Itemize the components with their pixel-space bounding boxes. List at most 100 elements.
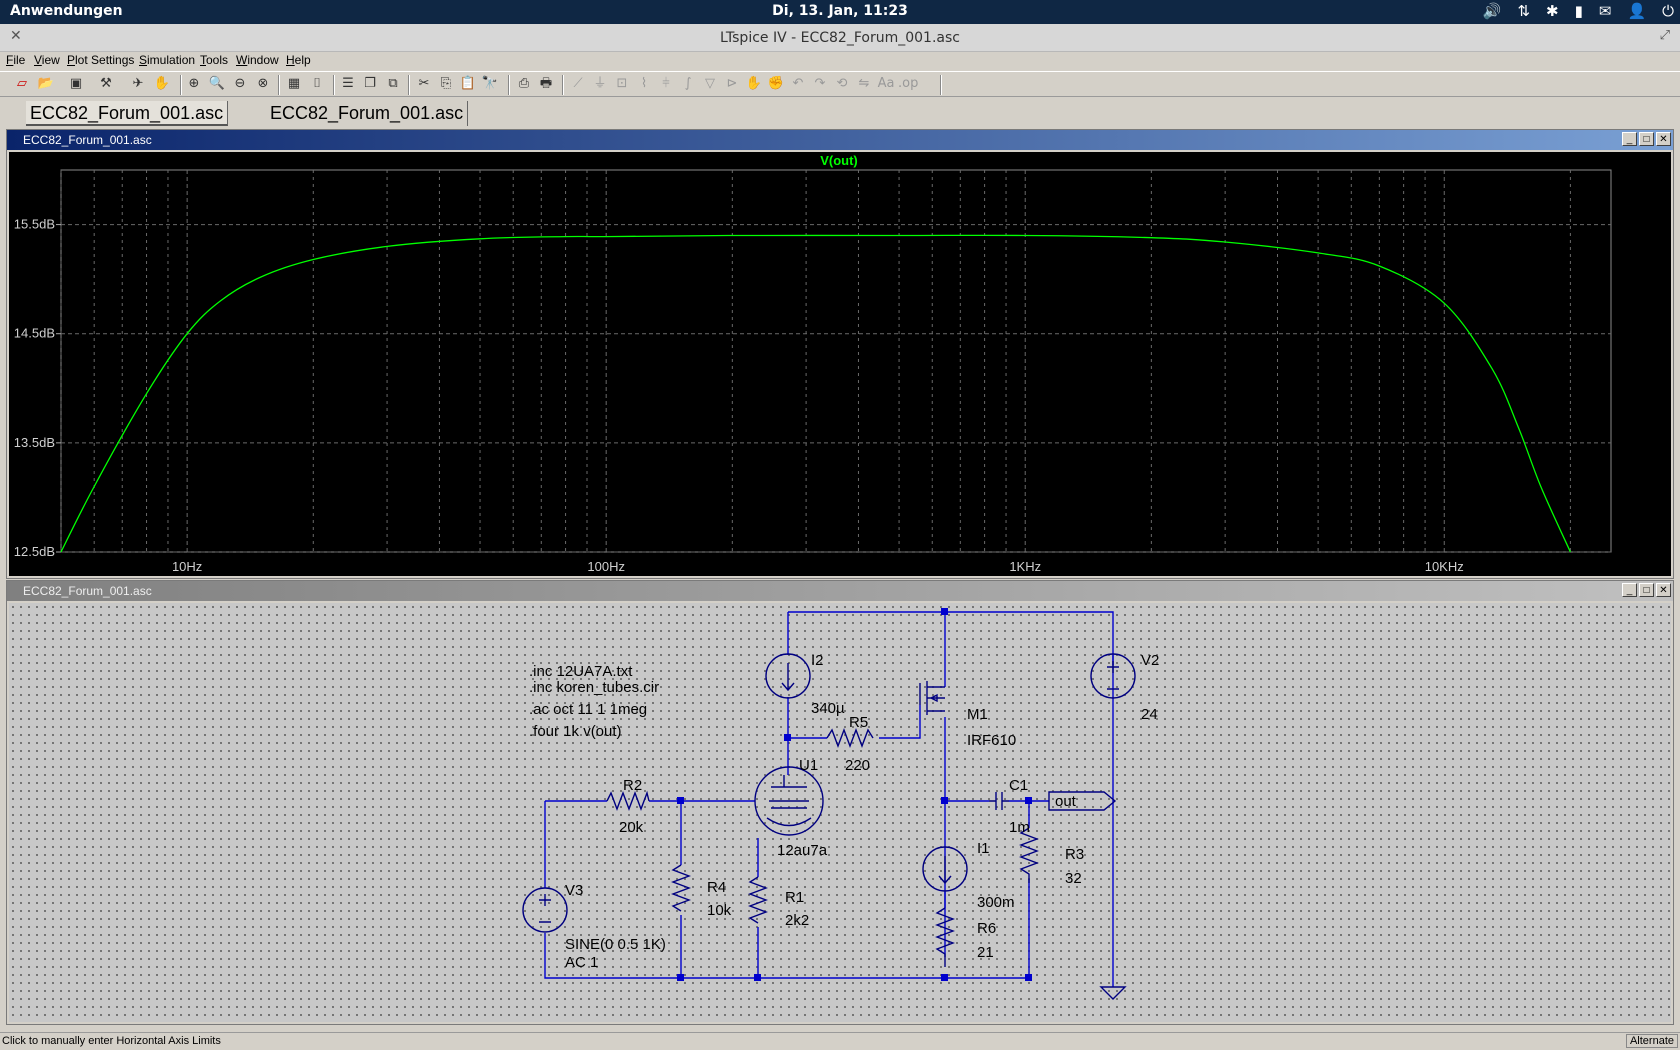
capacitor-c1[interactable]	[989, 792, 1009, 810]
bluetooth-icon[interactable]: ✱	[1546, 2, 1559, 20]
component-ref[interactable]: V2	[1141, 652, 1159, 669]
text-icon[interactable]: Aa	[876, 75, 896, 93]
label-net-icon[interactable]: ⊡	[612, 75, 632, 93]
autorange-icon[interactable]: ▦	[284, 75, 304, 93]
menu-view[interactable]: View	[34, 53, 60, 67]
component-ref[interactable]: U1	[799, 757, 818, 774]
menu-window[interactable]: Window	[236, 53, 279, 67]
mirror-icon[interactable]: ⇋	[854, 75, 874, 93]
open-icon[interactable]: 📂	[36, 75, 56, 93]
component-value[interactable]: AC 1	[565, 954, 598, 971]
find-icon[interactable]: 🔭	[480, 75, 500, 93]
cursor-icon[interactable]: ⌷	[307, 75, 327, 93]
clock[interactable]: Di, 13. Jan, 11:23	[0, 3, 1680, 19]
component-ref[interactable]: R4	[707, 879, 726, 896]
component-value[interactable]: 12au7a	[777, 842, 828, 859]
ground-icon[interactable]: ⏚	[590, 75, 610, 93]
component-ref[interactable]: R3	[1065, 846, 1084, 863]
menu-help[interactable]: Help	[286, 53, 311, 67]
drag-icon[interactable]: ✊	[766, 75, 786, 93]
component-value[interactable]: 10k	[707, 902, 732, 919]
component-ref[interactable]: R1	[785, 889, 804, 906]
component-value[interactable]: IRF610	[967, 732, 1016, 749]
component-ref[interactable]: R2	[623, 777, 642, 794]
component-value[interactable]: 300m	[977, 894, 1015, 911]
component-ref[interactable]: R5	[849, 714, 868, 731]
resistor-r5[interactable]	[826, 728, 874, 748]
spice-directive[interactable]: .four 1k v(out)	[529, 723, 622, 740]
resistor-r4[interactable]	[671, 864, 691, 912]
net-label[interactable]: out	[1055, 793, 1077, 810]
close-icon[interactable]: ✕	[1656, 132, 1671, 146]
save-icon[interactable]: ▣	[66, 75, 86, 93]
component-icon[interactable]: ⊳	[722, 75, 742, 93]
minimize-icon[interactable]: _	[1622, 132, 1637, 146]
spice-directive-icon[interactable]: .op	[898, 75, 918, 93]
zoom-cancel-icon[interactable]: ⊗	[253, 75, 273, 93]
component-value[interactable]: 24	[1141, 706, 1158, 723]
schematic-canvas[interactable]: .inc 12UA7A.txt .inc koren_tubes.cir .ac…	[9, 603, 1671, 1022]
component-ref[interactable]: R6	[977, 920, 996, 937]
waveform-chart[interactable]: 12.5dB 13.5dB 14.5dB 15.5dB 10Hz 100Hz 1KHz 10K…	[9, 152, 1671, 576]
resistor-r3[interactable]	[1019, 827, 1039, 883]
component-ref[interactable]: C1	[1009, 777, 1028, 794]
component-value[interactable]: 20k	[619, 819, 644, 836]
resistor-icon[interactable]: ⌇	[634, 75, 654, 93]
zoom-in-icon[interactable]: ⊕	[184, 75, 204, 93]
redo-icon[interactable]: ↷	[810, 75, 830, 93]
close-icon[interactable]: ✕	[1656, 583, 1671, 597]
schematic-drawing[interactable]: .inc 12UA7A.txt .inc koren_tubes.cir .ac…	[9, 603, 1671, 1022]
component-ref[interactable]: M1	[967, 706, 988, 723]
mail-icon[interactable]: ✉	[1599, 2, 1612, 20]
new-schematic-icon[interactable]: ▱	[12, 75, 32, 93]
component-value[interactable]: 21	[977, 944, 994, 961]
pan-icon[interactable]: ✋	[152, 75, 172, 93]
tile-horizontal-icon[interactable]: ☰	[338, 75, 358, 93]
battery-icon[interactable]: ▮	[1575, 2, 1583, 20]
minimize-icon[interactable]: _	[1622, 583, 1637, 597]
resistor-r1[interactable]	[748, 876, 768, 924]
volume-icon[interactable]: 🔊	[1483, 2, 1502, 20]
trace-label[interactable]: V(out)	[820, 153, 858, 168]
component-value[interactable]: 1m	[1009, 819, 1030, 836]
component-value[interactable]: 220	[845, 757, 870, 774]
spice-directive[interactable]: .inc 12UA7A.txt	[529, 663, 633, 680]
cascade-icon[interactable]: ❐	[360, 75, 380, 93]
mosfet-m1[interactable]	[919, 681, 945, 715]
diode-icon[interactable]: ▽	[700, 75, 720, 93]
menu-file[interactable]: File	[6, 53, 25, 67]
component-ref[interactable]: I2	[811, 652, 824, 669]
tab-schematic[interactable]: ECC82_Forum_001.asc	[266, 101, 469, 126]
capacitor-icon[interactable]: ⫩	[656, 75, 676, 93]
network-icon[interactable]: ⇅	[1517, 2, 1530, 20]
power-icon[interactable]: ⏻	[1662, 2, 1674, 20]
maximize-icon[interactable]: ⤢	[1660, 28, 1670, 43]
component-value[interactable]: 32	[1065, 870, 1082, 887]
resistor-r2[interactable]	[606, 790, 650, 811]
maximize-icon[interactable]: □	[1639, 132, 1654, 146]
user-icon[interactable]: 👤	[1627, 2, 1646, 20]
paste-icon[interactable]: 📋	[458, 75, 478, 93]
component-ref[interactable]: V3	[565, 882, 583, 899]
wire-icon[interactable]: ⟋	[568, 75, 588, 93]
undo-icon[interactable]: ↶	[788, 75, 808, 93]
waveform-plot[interactable]: 12.5dB 13.5dB 14.5dB 15.5dB 10Hz 100Hz 1KHz 10K…	[9, 152, 1671, 576]
tab-plot[interactable]: ECC82_Forum_001.asc	[26, 101, 229, 126]
run-icon[interactable]: ✈	[128, 75, 148, 93]
copy-icon[interactable]: ⎘	[436, 75, 456, 93]
move-icon[interactable]: ✋	[744, 75, 764, 93]
component-value[interactable]: 340µ	[811, 700, 845, 717]
rotate-icon[interactable]: ⟲	[832, 75, 852, 93]
component-value[interactable]: SINE(0 0.5 1K)	[565, 936, 666, 953]
cut-icon[interactable]: ✂	[414, 75, 434, 93]
spice-directive[interactable]: .ac oct 11 1 1meg	[529, 701, 647, 718]
menu-simulation[interactable]: Simulation	[139, 53, 195, 67]
menu-plot-settings[interactable]: Plot Settings	[67, 53, 134, 67]
menu-tools[interactable]: Tools	[200, 53, 228, 67]
zoom-out-icon[interactable]: ⊖	[230, 75, 250, 93]
spice-directive[interactable]: .inc koren_tubes.cir	[529, 679, 659, 696]
inductor-icon[interactable]: ∫	[678, 75, 698, 93]
component-value[interactable]: 2k2	[785, 912, 809, 929]
print-setup-icon[interactable]: ⎙	[514, 75, 534, 93]
component-ref[interactable]: I1	[977, 840, 990, 857]
